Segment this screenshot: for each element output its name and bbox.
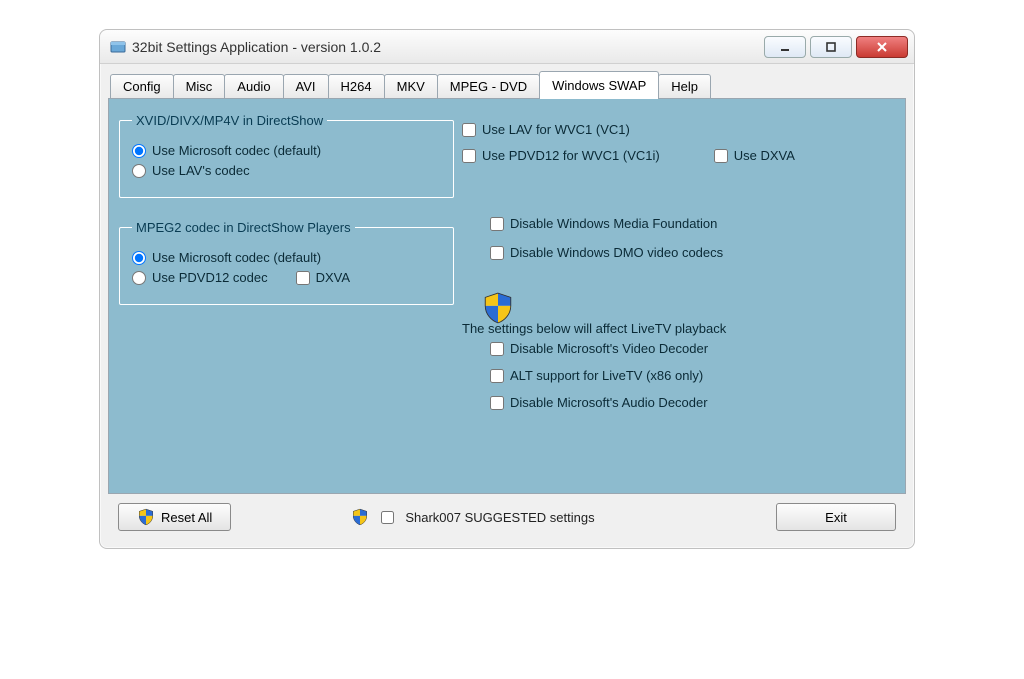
radio-mpeg2-ms-label: Use Microsoft codec (default) [152, 250, 321, 265]
tab-panel: XVID/DIVX/MP4V in DirectShow Use Microso… [108, 98, 906, 494]
check-disable-wmf-label: Disable Windows Media Foundation [510, 216, 717, 231]
radio-mpeg2-ms[interactable]: Use Microsoft codec (default) [132, 250, 441, 265]
check-disable-wmf-input[interactable] [490, 217, 504, 231]
tab-audio[interactable]: Audio [224, 74, 283, 99]
bottom-bar: Reset All Shark007 SUGGESTED settings Ex… [108, 494, 906, 540]
check-mpeg2-dxva[interactable]: DXVA [296, 270, 350, 285]
close-button[interactable] [856, 36, 908, 58]
window-title: 32bit Settings Application - version 1.0… [132, 39, 764, 55]
check-pdvd-wvc1[interactable]: Use PDVD12 for WVC1 (VC1i) [462, 148, 660, 163]
check-use-dxva-input[interactable] [714, 149, 728, 163]
check-suggested-label: Shark007 SUGGESTED settings [405, 510, 594, 525]
shield-icon [137, 508, 155, 526]
radio-xvid-lav[interactable]: Use LAV's codec [132, 163, 441, 178]
suggested-row: Shark007 SUGGESTED settings [351, 508, 766, 527]
tab-help[interactable]: Help [658, 74, 711, 99]
check-disable-dmo-input[interactable] [490, 246, 504, 260]
check-disable-dmo-label: Disable Windows DMO video codecs [510, 245, 723, 260]
check-alt-livetv[interactable]: ALT support for LiveTV (x86 only) [490, 368, 891, 383]
check-mpeg2-dxva-label: DXVA [316, 270, 350, 285]
radio-xvid-ms-input[interactable] [132, 144, 146, 158]
radio-mpeg2-pdvd[interactable]: Use PDVD12 codec [132, 270, 268, 285]
group-xvid: XVID/DIVX/MP4V in DirectShow Use Microso… [119, 113, 454, 198]
check-use-dxva-label: Use DXVA [734, 148, 795, 163]
check-disable-ms-audio[interactable]: Disable Microsoft's Audio Decoder [490, 395, 891, 410]
radio-xvid-lav-label: Use LAV's codec [152, 163, 250, 178]
maximize-button[interactable] [810, 36, 852, 58]
right-mid: Disable Windows Media Foundation Disable… [490, 211, 891, 265]
check-disable-ms-audio-input[interactable] [490, 396, 504, 410]
uac-shield-icon [481, 291, 515, 325]
check-mpeg2-dxva-input[interactable] [296, 271, 310, 285]
check-alt-livetv-label: ALT support for LiveTV (x86 only) [510, 368, 703, 383]
radio-mpeg2-pdvd-label: Use PDVD12 codec [152, 270, 268, 285]
right-top: Use LAV for WVC1 (VC1) Use PDVD12 for WV… [462, 117, 891, 163]
exit-button[interactable]: Exit [776, 503, 896, 531]
tab-windows-swap[interactable]: Windows SWAP [539, 71, 659, 99]
app-window: 32bit Settings Application - version 1.0… [99, 29, 915, 549]
minimize-icon [779, 41, 791, 53]
client-area: Config Misc Audio AVI H264 MKV MPEG - DV… [100, 64, 914, 548]
radio-mpeg2-ms-input[interactable] [132, 251, 146, 265]
reset-all-button[interactable]: Reset All [118, 503, 231, 531]
tab-misc[interactable]: Misc [173, 74, 226, 99]
close-icon [876, 41, 888, 53]
titlebar: 32bit Settings Application - version 1.0… [100, 30, 914, 64]
check-disable-ms-video-label: Disable Microsoft's Video Decoder [510, 341, 708, 356]
tab-strip: Config Misc Audio AVI H264 MKV MPEG - DV… [108, 70, 906, 98]
radio-mpeg2-pdvd-input[interactable] [132, 271, 146, 285]
reset-all-label: Reset All [161, 510, 212, 525]
check-pdvd-wvc1-input[interactable] [462, 149, 476, 163]
tab-h264[interactable]: H264 [328, 74, 385, 99]
group-xvid-legend: XVID/DIVX/MP4V in DirectShow [132, 113, 327, 128]
row-mpeg2-pdvd: Use PDVD12 codec DXVA [132, 270, 441, 285]
check-disable-wmf[interactable]: Disable Windows Media Foundation [490, 216, 891, 231]
exit-label: Exit [825, 510, 847, 525]
radio-xvid-ms-label: Use Microsoft codec (default) [152, 143, 321, 158]
tab-avi[interactable]: AVI [283, 74, 329, 99]
left-column: XVID/DIVX/MP4V in DirectShow Use Microso… [119, 111, 454, 483]
check-pdvd-wvc1-label: Use PDVD12 for WVC1 (VC1i) [482, 148, 660, 163]
app-icon [110, 39, 126, 55]
maximize-icon [825, 41, 837, 53]
minimize-button[interactable] [764, 36, 806, 58]
check-alt-livetv-input[interactable] [490, 369, 504, 383]
radio-xvid-ms[interactable]: Use Microsoft codec (default) [132, 143, 441, 158]
check-disable-ms-audio-label: Disable Microsoft's Audio Decoder [510, 395, 708, 410]
check-lav-wvc1-input[interactable] [462, 123, 476, 137]
check-lav-wvc1-label: Use LAV for WVC1 (VC1) [482, 122, 630, 137]
livetv-options: Disable Microsoft's Video Decoder ALT su… [490, 336, 891, 415]
check-suggested-input[interactable] [381, 511, 394, 524]
window-controls [764, 36, 908, 58]
tab-mpeg-dvd[interactable]: MPEG - DVD [437, 74, 540, 99]
tab-mkv[interactable]: MKV [384, 74, 438, 99]
right-column: Use LAV for WVC1 (VC1) Use PDVD12 for WV… [458, 111, 895, 483]
check-use-dxva[interactable]: Use DXVA [714, 148, 795, 163]
row-pdvd-wvc1: Use PDVD12 for WVC1 (VC1i) Use DXVA [462, 148, 891, 163]
group-mpeg2-legend: MPEG2 codec in DirectShow Players [132, 220, 355, 235]
shield-icon [351, 508, 369, 526]
check-lav-wvc1[interactable]: Use LAV for WVC1 (VC1) [462, 122, 891, 137]
check-disable-ms-video-input[interactable] [490, 342, 504, 356]
tab-config[interactable]: Config [110, 74, 174, 99]
check-disable-ms-video[interactable]: Disable Microsoft's Video Decoder [490, 341, 891, 356]
radio-xvid-lav-input[interactable] [132, 164, 146, 178]
group-mpeg2: MPEG2 codec in DirectShow Players Use Mi… [119, 220, 454, 305]
livetv-header: The settings below will affect LiveTV pl… [462, 321, 891, 336]
check-disable-dmo[interactable]: Disable Windows DMO video codecs [490, 245, 891, 260]
